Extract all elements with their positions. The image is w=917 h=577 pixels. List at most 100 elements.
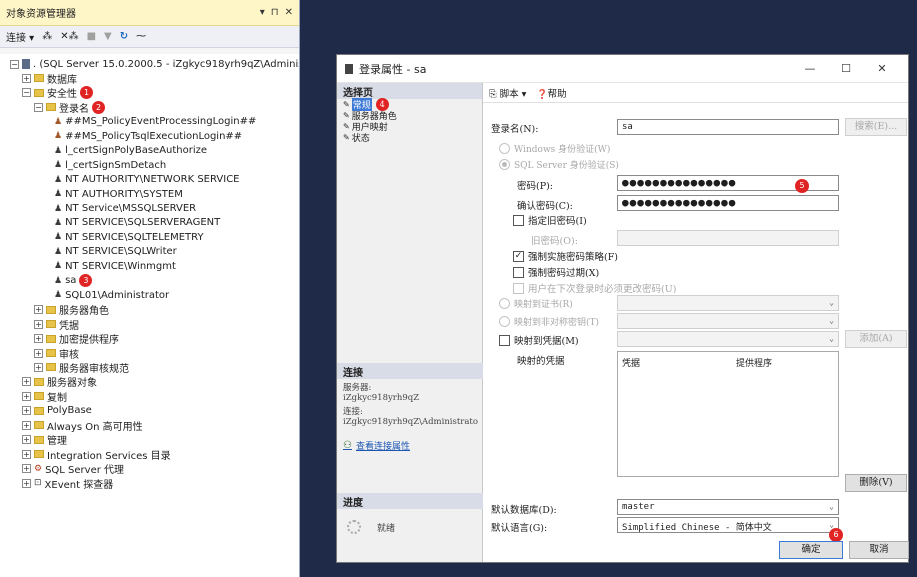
expand-icon[interactable]: + xyxy=(22,406,31,416)
tree-node[interactable]: ♟ NT SERVICE\Winmgmt xyxy=(54,259,176,273)
map-cert-radio[interactable]: 映射到证书(R) xyxy=(499,297,573,310)
page-status-label: 状态 xyxy=(351,134,370,144)
expand-icon[interactable]: + xyxy=(34,319,43,329)
tree-node[interactable]: ♟ NT Service\MSSQLSERVER xyxy=(54,202,196,216)
maximize-icon[interactable]: ☐ xyxy=(828,62,864,75)
expand-icon[interactable]: + xyxy=(22,464,31,474)
expand-icon[interactable]: + xyxy=(22,449,31,459)
expand-icon[interactable]: + xyxy=(34,348,43,358)
delete-button[interactable]: 删除(V) xyxy=(845,474,907,492)
script-button[interactable]: ⎘ 脚本 ▾ xyxy=(489,86,526,100)
search-button[interactable]: 搜索(E)... xyxy=(845,118,907,136)
expand-icon[interactable]: + xyxy=(22,73,31,83)
folder-icon xyxy=(34,392,44,401)
tree-node[interactable]: ♟ NT SERVICE\SQLSERVERAGENT xyxy=(54,216,220,230)
tree-node-label: ##MS_PolicyEventProcessingLogin## xyxy=(65,116,257,128)
expand-icon[interactable]: + xyxy=(34,334,43,344)
credential-combo[interactable]: ⌄ xyxy=(617,331,839,347)
tree-node[interactable]: + 凭据 xyxy=(34,317,79,332)
ok-button[interactable]: 确定 xyxy=(779,541,843,559)
tree-node[interactable]: − 登录名 2 xyxy=(34,100,105,115)
tree-node[interactable]: ♟ l_certSignPolyBaseAuthorize xyxy=(54,144,207,158)
folder-icon xyxy=(34,435,44,444)
default-db-value: master xyxy=(622,502,655,512)
expand-icon[interactable]: + xyxy=(22,391,31,401)
tree-node[interactable]: ♟ SQL01\Administrator xyxy=(54,288,169,302)
connection-label: 连接: xyxy=(343,407,363,417)
tree-node[interactable]: + PolyBase xyxy=(22,404,92,418)
asym-key-combo[interactable]: ⌄ xyxy=(617,313,839,329)
disconnect-icon[interactable]: ✕⁂ xyxy=(60,31,78,42)
page-status[interactable]: ✎ 状态 xyxy=(337,132,482,144)
map-asym-radio[interactable]: 映射到非对称密钥(T) xyxy=(499,315,599,328)
script-label: 脚本 ▾ xyxy=(499,88,527,100)
tree-node[interactable]: ♟ NT AUTHORITY\SYSTEM xyxy=(54,187,183,201)
must-change-checkbox[interactable]: 用户在下次登录时必须更改密码(U) xyxy=(513,281,676,295)
dialog-close-icon[interactable]: ✕ xyxy=(864,62,900,75)
tree-node[interactable]: − 安全性 1 xyxy=(22,86,93,100)
pin-dropdown-icon[interactable]: ▾ xyxy=(260,7,265,18)
expand-icon[interactable]: + xyxy=(22,478,31,488)
specify-old-password-checkbox[interactable]: 指定旧密码(I) xyxy=(513,213,587,227)
tree-node[interactable]: + 复制 xyxy=(22,389,67,404)
old-password-input[interactable] xyxy=(617,230,839,246)
wrench-icon: ✎ xyxy=(343,111,350,120)
tree-node[interactable]: + 审核 xyxy=(34,346,79,361)
expand-icon[interactable]: + xyxy=(22,377,31,387)
tree-node[interactable]: + 管理 xyxy=(22,433,67,447)
tree-node[interactable]: ♟ NT AUTHORITY\NETWORK SERVICE xyxy=(54,173,240,187)
default-db-combo[interactable]: master ⌄ xyxy=(617,499,839,515)
tree-node-label: sa xyxy=(65,275,77,287)
tree-node[interactable]: + 服务器对象 xyxy=(22,375,97,389)
sql-auth-radio[interactable]: SQL Server 身份验证(S) xyxy=(499,158,619,171)
tree-node[interactable]: + ⚙ SQL Server 代理 xyxy=(22,462,124,476)
add-button[interactable]: 添加(A) xyxy=(845,330,907,348)
tree-node[interactable]: ♟ ##MS_PolicyEventProcessingLogin## xyxy=(54,115,256,129)
auto-hide-icon[interactable]: ⊓ xyxy=(271,7,279,18)
tree-node[interactable]: + Always On 高可用性 xyxy=(22,418,143,433)
connect-button[interactable]: 连接 ▾ xyxy=(6,29,34,44)
tree-node[interactable]: + 服务器角色 xyxy=(34,303,109,317)
expand-icon[interactable]: + xyxy=(34,362,43,372)
expand-icon[interactable]: + xyxy=(34,305,43,315)
tree-node[interactable]: ♟ ##MS_PolicyTsqlExecutionLogin## xyxy=(54,129,242,143)
enforce-policy-checkbox[interactable]: ✓ 强制实施密码策略(F) xyxy=(513,249,618,263)
minimize-icon[interactable]: — xyxy=(792,62,828,75)
enforce-expiration-checkbox[interactable]: 强制密码过期(X) xyxy=(513,265,599,279)
stop-icon[interactable]: ■ xyxy=(87,31,96,42)
tree-node[interactable]: + 数据库 xyxy=(22,71,77,86)
windows-auth-radio[interactable]: Windows 身份验证(W) xyxy=(499,142,610,155)
tree-node[interactable]: + Integration Services 目录 xyxy=(22,447,171,462)
cert-combo[interactable]: ⌄ xyxy=(617,295,839,311)
tree-node[interactable]: − . (SQL Server 15.0.2000.5 - iZgkyc918yr… xyxy=(10,57,299,71)
tree-node[interactable]: + 服务器审核规范 xyxy=(34,360,129,375)
map-credential-checkbox[interactable]: 映射到凭据(M) xyxy=(499,333,579,347)
collapse-icon[interactable]: − xyxy=(22,88,31,98)
expand-icon[interactable]: + xyxy=(22,435,31,445)
mapped-credentials-grid[interactable]: 凭据 提供程序 xyxy=(617,351,839,477)
refresh-icon[interactable]: ↻ xyxy=(120,31,128,42)
help-button[interactable]: ❓帮助 xyxy=(536,86,566,100)
tree-node-label: NT SERVICE\SQLTELEMETRY xyxy=(65,231,204,243)
login-name-input[interactable]: sa xyxy=(617,119,839,135)
activity-monitor-icon[interactable]: ⁓ xyxy=(136,31,146,42)
filter-icon[interactable]: ▼ xyxy=(104,31,112,42)
tree-node[interactable]: ♟ l_certSignSmDetach xyxy=(54,158,166,172)
folder-icon xyxy=(34,88,44,97)
tree-node[interactable]: + ⊡ XEvent 探查器 xyxy=(22,476,113,491)
cancel-button[interactable]: 取消 xyxy=(849,541,909,559)
expand-icon[interactable]: + xyxy=(22,420,31,430)
tree-node[interactable]: ♟ NT SERVICE\SQLWriter xyxy=(54,245,177,259)
default-lang-combo[interactable]: Simplified Chinese - 简体中文 ⌄ xyxy=(617,517,839,533)
connect-plug-icon[interactable]: ⁂ xyxy=(42,31,52,42)
tree-node[interactable]: ♟ NT SERVICE\SQLTELEMETRY xyxy=(54,230,204,244)
default-db-label: 默认数据库(D): xyxy=(491,505,557,516)
login-icon: ♟ xyxy=(54,203,63,214)
collapse-icon[interactable]: − xyxy=(10,59,19,69)
confirm-password-input[interactable]: ●●●●●●●●●●●●●●● xyxy=(617,195,839,211)
tree-node[interactable]: ♟ sa 3 xyxy=(54,274,93,288)
tree-node[interactable]: + 加密提供程序 xyxy=(34,332,119,346)
view-connection-properties-link[interactable]: ⚇ 查看连接属性 xyxy=(343,439,410,452)
collapse-icon[interactable]: − xyxy=(34,102,43,112)
close-icon[interactable]: ✕ xyxy=(285,7,293,18)
